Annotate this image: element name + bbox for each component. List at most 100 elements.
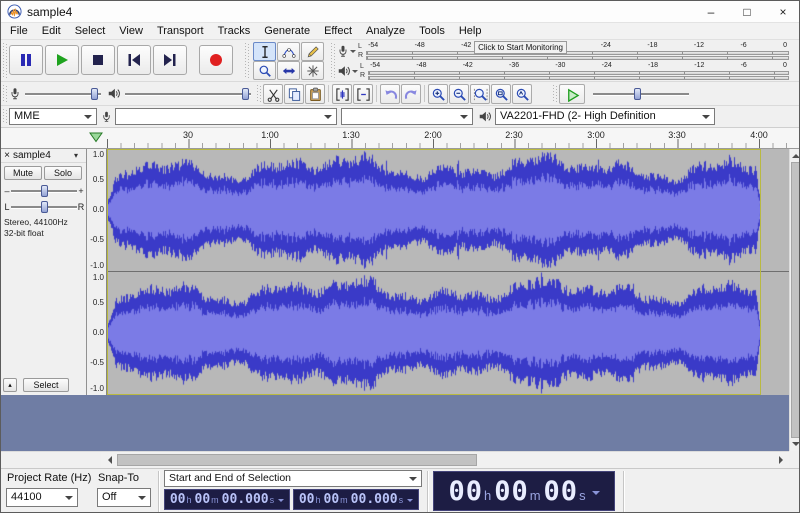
waveform-channel-left[interactable] xyxy=(107,149,761,271)
silence-audio-button[interactable] xyxy=(353,84,373,104)
recording-meter[interactable]: LR -54-48-42-36-30-24-18-12-60 Click to … xyxy=(331,40,789,61)
selection-end-field[interactable]: 00 h 00 m 00.000 s xyxy=(293,489,419,510)
vertical-scrollbar[interactable] xyxy=(789,149,799,451)
recording-device-select[interactable] xyxy=(115,108,337,125)
menu-item[interactable]: Tracks xyxy=(211,24,258,38)
skip-to-end-button[interactable] xyxy=(153,45,187,75)
maximize-button[interactable]: □ xyxy=(729,1,765,23)
selection-start-field[interactable]: 00 h 00 m 00.000 s xyxy=(164,489,290,510)
meter-menu-icon[interactable] xyxy=(352,69,358,76)
slider-thumb[interactable] xyxy=(41,200,48,213)
zoom-tool-button[interactable] xyxy=(253,61,276,80)
track-close-button[interactable]: × xyxy=(1,150,13,161)
waveform-channel-right[interactable] xyxy=(107,272,761,394)
vertical-scroll-thumb[interactable] xyxy=(791,162,799,438)
undo-button[interactable] xyxy=(380,84,400,104)
envelope-tool-button[interactable] xyxy=(277,42,300,61)
timefield-format-icon[interactable] xyxy=(407,498,414,505)
gain-slider[interactable] xyxy=(11,184,77,198)
play-speed-slider[interactable] xyxy=(593,87,689,101)
play-button[interactable] xyxy=(45,45,79,75)
fit-project-button[interactable] xyxy=(491,84,511,104)
fit-selection-button[interactable] xyxy=(470,84,490,104)
playback-device-select[interactable]: VA2201-FHD (2- High Definition xyxy=(495,108,715,125)
toolbar-grip[interactable] xyxy=(245,43,249,78)
menu-item[interactable]: Edit xyxy=(35,24,68,38)
empty-track-area[interactable] xyxy=(1,395,789,451)
cut-button[interactable] xyxy=(263,84,283,104)
timeshift-tool-button[interactable] xyxy=(277,61,300,80)
track-menu-icon[interactable]: ▾ xyxy=(74,151,86,160)
scroll-left-button[interactable] xyxy=(101,452,117,468)
toolbar-grip[interactable] xyxy=(3,43,7,78)
menu-item[interactable]: Effect xyxy=(317,24,359,38)
slider-thumb[interactable] xyxy=(91,88,99,100)
scroll-down-button[interactable] xyxy=(790,438,799,451)
play-at-speed-button[interactable] xyxy=(559,84,585,104)
toolbar-grip[interactable] xyxy=(3,85,7,102)
scroll-up-button[interactable] xyxy=(790,149,799,162)
recording-volume-slider[interactable] xyxy=(25,87,101,101)
horizontal-scroll-thumb[interactable] xyxy=(117,454,477,466)
playback-volume-slider[interactable] xyxy=(125,87,251,101)
trim-audio-button[interactable] xyxy=(332,84,352,104)
toolbar-grip[interactable] xyxy=(3,109,7,124)
menu-item[interactable]: Generate xyxy=(257,24,317,38)
stop-button[interactable] xyxy=(81,45,115,75)
separator xyxy=(328,85,329,102)
recording-channels-select[interactable] xyxy=(341,108,473,125)
track-title[interactable]: sample4 xyxy=(13,150,74,161)
redo-button[interactable] xyxy=(401,84,421,104)
monitoring-hint[interactable]: Click to Start Monitoring xyxy=(474,40,567,54)
selection-tool-button[interactable] xyxy=(253,42,276,61)
menu-item[interactable]: Select xyxy=(68,24,113,38)
selection-mode-select[interactable]: Start and End of Selection xyxy=(164,470,422,487)
menu-item[interactable]: Analyze xyxy=(359,24,412,38)
meter-menu-icon[interactable] xyxy=(350,49,356,56)
minimize-button[interactable]: – xyxy=(693,1,729,23)
menu-item[interactable]: Tools xyxy=(412,24,452,38)
close-button[interactable]: × xyxy=(765,1,799,23)
pause-button[interactable] xyxy=(9,45,43,75)
solo-button[interactable]: Solo xyxy=(44,166,82,180)
selection-toolbar: Project Rate (Hz) 44100 Snap-To Off Star… xyxy=(1,468,799,512)
vertical-scale-ruler[interactable]: 1.0 0.5 0.0 -0.5 -1.0 1.0 0.5 0.0 -0.5 -1.0 xyxy=(87,149,107,395)
skip-start-icon xyxy=(128,54,140,66)
menu-item[interactable]: View xyxy=(112,24,150,38)
recording-volume-icon xyxy=(9,86,21,104)
record-button[interactable] xyxy=(199,45,233,75)
playback-meter[interactable]: LR -54 -48 -42 -36 -30 -24 -18 -12 -6 0 xyxy=(331,61,789,81)
audio-host-select[interactable]: MME xyxy=(9,108,97,125)
audio-position-display[interactable]: 00 h 00 m 00 s xyxy=(433,471,615,511)
draw-tool-button[interactable] xyxy=(301,42,324,61)
timefield-format-icon[interactable] xyxy=(278,498,285,505)
project-rate-select[interactable]: 44100 xyxy=(6,488,78,507)
horizontal-scrollbar[interactable] xyxy=(101,451,789,468)
paste-button[interactable] xyxy=(305,84,325,104)
snap-to-select[interactable]: Off xyxy=(97,488,151,507)
timeline-play-pin-icon[interactable] xyxy=(89,132,103,146)
toolbar-grip[interactable] xyxy=(553,85,557,102)
mute-button[interactable]: Mute xyxy=(4,166,42,180)
pan-slider[interactable] xyxy=(11,200,77,214)
skip-to-start-button[interactable] xyxy=(117,45,151,75)
select-track-button[interactable]: Select xyxy=(23,378,69,392)
slider-thumb[interactable] xyxy=(241,88,249,100)
scroll-right-button[interactable] xyxy=(773,452,789,468)
menu-item[interactable]: Help xyxy=(452,24,489,38)
zoom-in-button[interactable] xyxy=(428,84,448,104)
menu-item[interactable]: File xyxy=(3,24,35,38)
slider-thumb[interactable] xyxy=(634,88,642,100)
recording-meter-body[interactable]: -54-48-42-36-30-24-18-12-60 Click to Sta… xyxy=(366,40,789,61)
zoom-out-button[interactable] xyxy=(449,84,469,104)
slider-thumb[interactable] xyxy=(41,184,48,197)
collapse-track-button[interactable]: ▴ xyxy=(3,378,17,392)
menu-item[interactable]: Transport xyxy=(150,24,211,38)
multi-tool-button[interactable] xyxy=(301,61,324,80)
toolbar-grip[interactable] xyxy=(257,85,261,102)
copy-button[interactable] xyxy=(284,84,304,104)
timeline-ruler[interactable]: 30 1:00 1:30 2:00 2:30 3:00 3:30 4:00 xyxy=(1,128,799,149)
playback-meter-body[interactable]: -54 -48 -42 -36 -30 -24 -18 -12 -6 0 xyxy=(368,62,789,81)
zoom-toggle-button[interactable] xyxy=(512,84,532,104)
timefield-format-icon[interactable] xyxy=(591,491,600,499)
